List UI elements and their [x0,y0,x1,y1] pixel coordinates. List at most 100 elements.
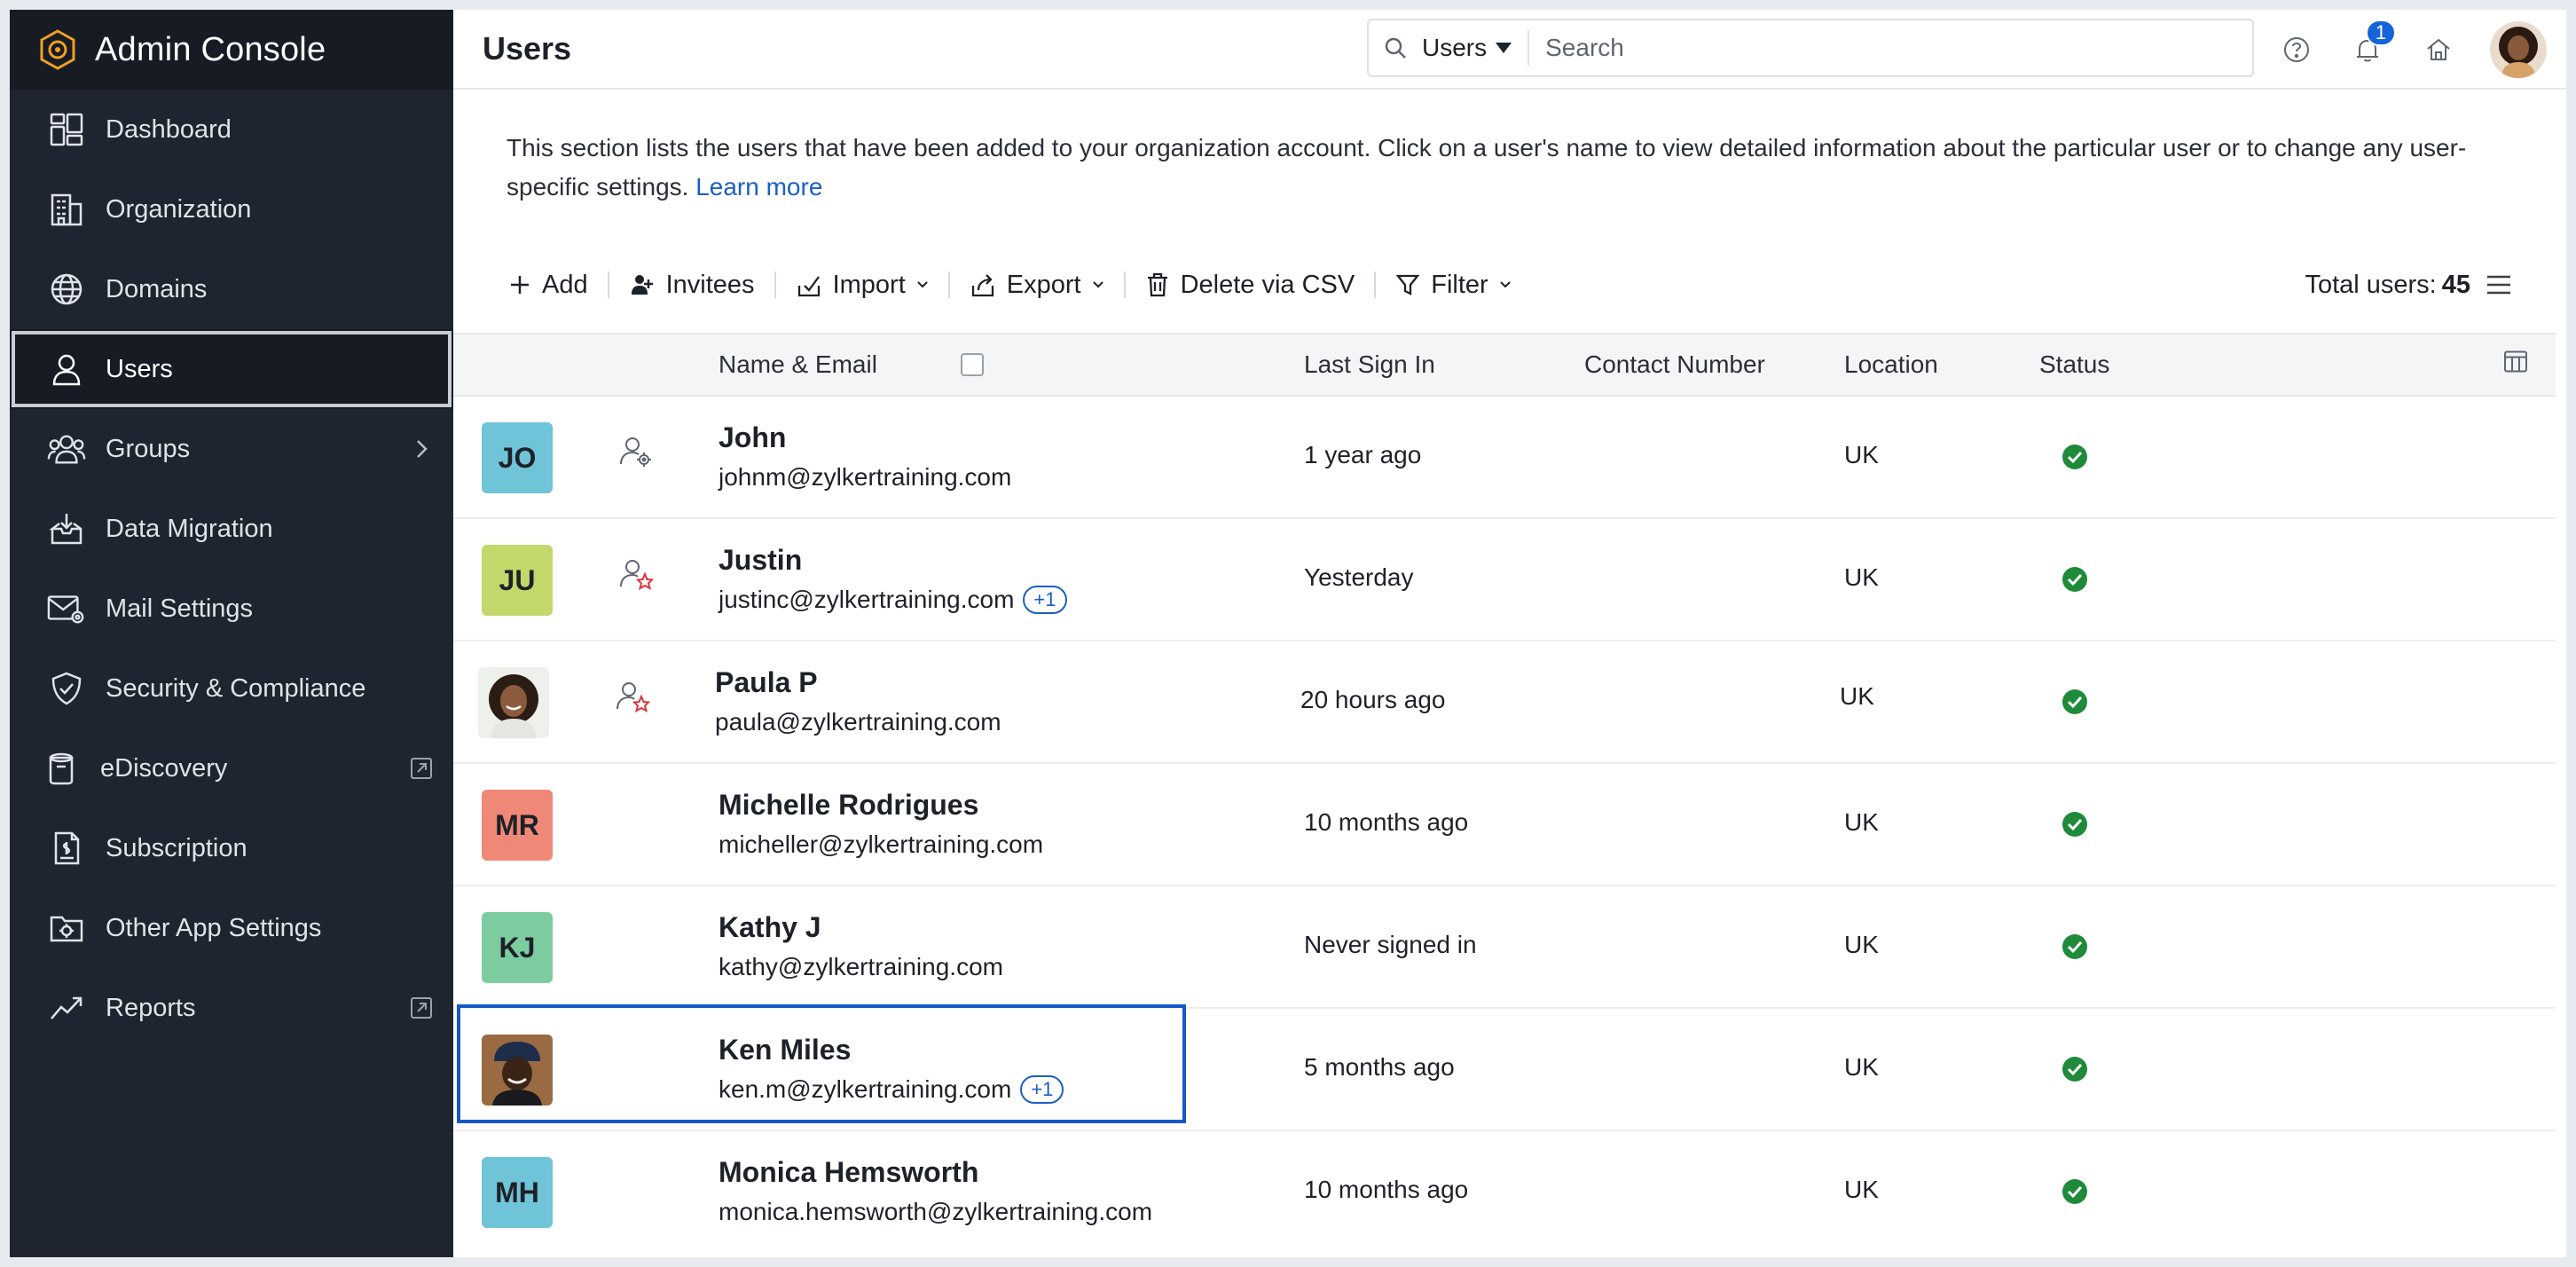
delete-via-csv-button[interactable]: Delete via CSV [1145,271,1355,300]
export-icon [971,274,993,297]
user-avatar-initials: MH [482,1157,553,1228]
column-header-last-sign-in[interactable]: Last Sign In [1304,350,1435,379]
status-active-icon [2061,688,2089,716]
user-name[interactable]: Michelle Rodrigues [719,789,978,822]
status-active-icon [2061,810,2089,838]
location: UK [1844,931,1879,958]
user-name[interactable]: John [719,421,786,454]
table-row[interactable]: JU Justin justinc@zylkertraining.com +1 … [453,519,2556,641]
admin-console-logo-icon [36,28,79,71]
import-label: Import [832,270,906,299]
user-photo-avatar [478,667,549,738]
location: UK [1840,682,1874,710]
table-row[interactable]: KJ Kathy J kathy@zylkertraining.com Neve… [453,886,2556,1009]
archive-icon [42,749,81,788]
chevron-right-icon[interactable] [409,437,434,461]
profile-avatar[interactable] [2490,21,2547,78]
table-row[interactable]: MR Michelle Rodrigues micheller@zylkertr… [453,764,2556,886]
sidebar-item-label: Organization [106,194,252,224]
sidebar-item-label: eDiscovery [100,753,228,783]
sidebar-item-users[interactable]: Users [10,329,453,409]
last-sign-in: Never signed in [1304,931,1477,958]
status-active-icon [2061,1055,2089,1083]
shield-icon [47,669,86,708]
import-button[interactable]: Import [796,271,929,300]
sidebar-item-subscription[interactable]: Subscription [10,808,453,888]
table-header: Name & Email Last Sign In Contact Number… [453,333,2556,397]
table-row[interactable]: MH Monica Hemsworth monica.hemsworth@zyl… [453,1131,2556,1254]
chevron-down-icon [917,281,928,288]
user-icon [47,350,86,389]
toolbar-divider [774,272,776,298]
hamburger-menu-icon[interactable] [2485,271,2513,306]
total-users: Total users: 45 [2305,271,2470,300]
total-users-label: Total users: [2305,270,2437,299]
column-header-location[interactable]: Location [1844,350,1938,379]
user-avatar-initials: JO [482,422,553,493]
location: UK [1844,1176,1879,1203]
page-description: This section lists the users that have b… [507,129,2538,207]
sidebar-nav: Dashboard Organization Domains Users Gro… [10,90,453,1048]
search-icon [1369,35,1422,60]
sidebar-item-dashboard[interactable]: Dashboard [10,90,453,169]
table-row[interactable]: JO John johnm@zylkertraining.com 1 year … [453,397,2556,519]
location: UK [1844,441,1879,468]
add-label: Add [542,270,588,299]
user-email: kathy@zylkertraining.com [719,953,1003,981]
column-header-status[interactable]: Status [2039,350,2109,379]
inbox-import-icon [47,509,86,548]
invitees-button[interactable]: Invitees [629,271,755,300]
group-icon [47,429,86,468]
help-icon[interactable] [2277,30,2316,69]
select-all-checkbox[interactable] [961,353,984,376]
user-avatar-initials: JU [482,545,553,616]
notification-badge: 1 [2366,20,2396,46]
invitees-icon [631,275,653,295]
search-input[interactable] [1545,34,2167,62]
sidebar-item-security[interactable]: Security & Compliance [10,649,453,728]
sidebar-item-data-migration[interactable]: Data Migration [10,489,453,569]
export-label: Export [1006,270,1081,299]
column-header-name-email[interactable]: Name & Email [719,350,877,379]
sidebar-item-domains[interactable]: Domains [10,249,453,329]
table-row[interactable]: Paula P paula@zylkertraining.com 20 hour… [453,641,2556,764]
notification-bell-icon[interactable]: 1 [2348,20,2396,69]
learn-more-link[interactable]: Learn more [695,173,822,201]
search-box[interactable]: Users [1367,19,2254,77]
sidebar-item-organization[interactable]: Organization [10,169,453,249]
sidebar-item-label: Mail Settings [106,594,254,623]
sidebar-item-reports[interactable]: Reports [10,968,453,1048]
invoice-icon [47,829,86,868]
external-link-icon[interactable] [409,996,434,1020]
export-button[interactable]: Export [970,271,1104,300]
users-toolbar: Add Invitees Import Export Delete via CS… [508,258,2513,311]
sidebar-item-label: Data Migration [106,514,273,543]
sidebar-item-other-app-settings[interactable]: Other App Settings [10,888,453,968]
sidebar-item-label: Groups [106,434,191,463]
extra-email-badge[interactable]: +1 [1023,586,1067,614]
sidebar-item-ediscovery[interactable]: eDiscovery [10,728,453,808]
user-email: monica.hemsworth@zylkertraining.com [719,1198,1152,1226]
location: UK [1844,563,1879,591]
user-email-text: johnm@zylkertraining.com [719,463,1012,491]
user-name[interactable]: Paula P [715,666,818,699]
search-scope-dropdown[interactable]: Users [1422,30,1530,66]
selection-highlight [457,1004,1186,1123]
add-user-button[interactable]: Add [508,271,588,300]
chevron-down-icon [1499,281,1511,288]
last-sign-in: 5 months ago [1304,1053,1455,1081]
column-settings-icon[interactable] [2502,349,2529,382]
location: UK [1844,808,1879,836]
filter-button[interactable]: Filter [1395,271,1511,300]
mail-settings-icon [47,589,86,628]
home-icon[interactable] [2419,30,2458,69]
external-link-icon[interactable] [409,756,434,781]
user-name[interactable]: Justin [719,544,802,577]
user-name[interactable]: Monica Hemsworth [719,1156,978,1189]
sidebar-item-mail-settings[interactable]: Mail Settings [10,569,453,649]
sidebar-item-label: Other App Settings [106,913,322,942]
status-active-icon [2061,565,2089,594]
user-name[interactable]: Kathy J [719,911,821,944]
sidebar-item-groups[interactable]: Groups [10,409,453,489]
column-header-contact-number[interactable]: Contact Number [1584,350,1765,379]
